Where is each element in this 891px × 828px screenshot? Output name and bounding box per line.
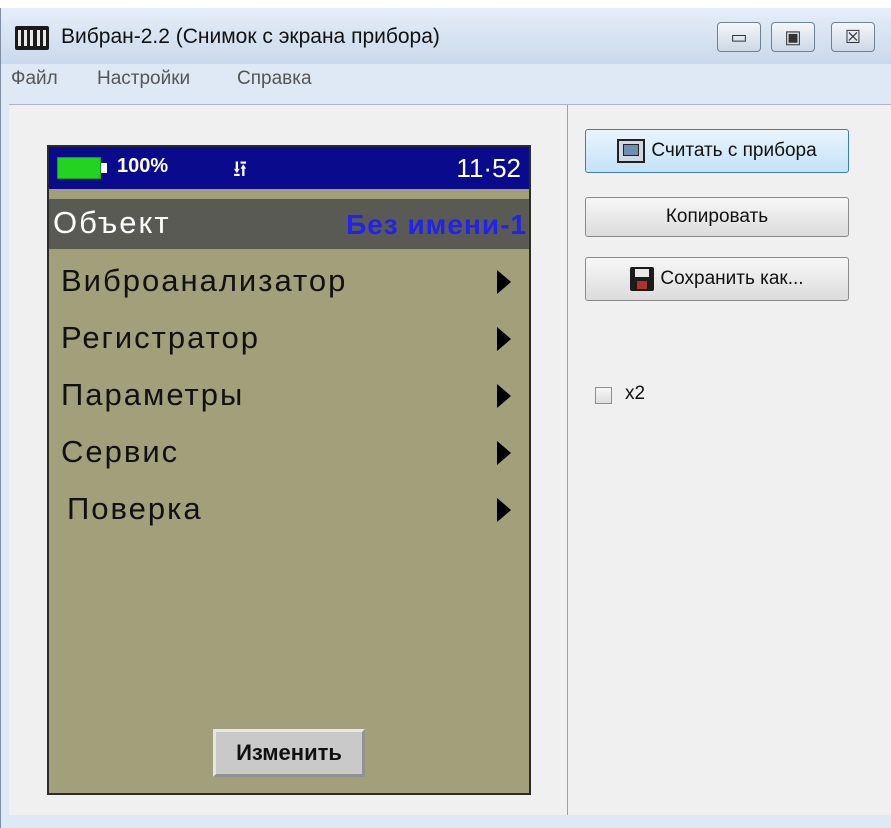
maximize-icon: ▣ <box>784 26 802 47</box>
window-title: Вибран-2.2 (Снимок с экрана прибора) <box>61 25 440 48</box>
maximize-button[interactable]: ▣ <box>771 22 815 52</box>
device-clock: 11·52 <box>456 153 521 183</box>
device-change-button[interactable]: Изменить <box>213 729 365 777</box>
read-from-device-button[interactable]: Считать с прибора <box>585 129 849 173</box>
object-value: Без имени-1 <box>346 209 527 240</box>
battery-tip <box>101 163 107 173</box>
menu-bar: Файл Настройки Справка <box>1 64 891 96</box>
save-as-button[interactable]: Сохранить как... <box>585 257 849 301</box>
read-from-device-label: Считать с прибора <box>651 140 817 161</box>
device-menu-label: Сервис <box>61 434 180 469</box>
object-label: Объект <box>53 205 171 240</box>
app-window: Вибран-2.2 (Снимок с экрана прибора) ▭ ▣… <box>0 8 891 828</box>
panel-splitter[interactable] <box>567 105 568 815</box>
save-as-label: Сохранить как... <box>660 268 804 289</box>
floppy-disk-icon <box>630 267 655 291</box>
minimize-icon: ▭ <box>730 26 748 47</box>
usb-icon: ⭿ <box>233 157 248 182</box>
object-row[interactable]: Объект Без имени-1 <box>49 199 529 249</box>
device-menu-item-vibroanalyzer[interactable]: Виброанализатор <box>49 255 529 309</box>
arrow-right-icon <box>497 384 511 408</box>
minimize-button[interactable]: ▭ <box>717 22 761 52</box>
x2-checkbox[interactable] <box>595 387 612 404</box>
title-bar[interactable]: Вибран-2.2 (Снимок с экрана прибора) ▭ ▣… <box>1 8 891 64</box>
menu-settings[interactable]: Настройки <box>97 68 190 90</box>
menu-help[interactable]: Справка <box>237 68 312 90</box>
device-menu-item-parameters[interactable]: Параметры <box>49 369 529 423</box>
close-icon: ☒ <box>844 26 862 47</box>
client-area: 100% ⭿ 11·52 Объект Без имени-1 Виброана… <box>9 104 891 815</box>
device-status-bar: 100% ⭿ 11·52 <box>49 147 529 189</box>
arrow-right-icon <box>497 498 511 522</box>
device-menu-item-verification[interactable]: Поверка <box>49 483 529 537</box>
battery-level: 100% <box>117 155 169 177</box>
device-menu-item-registrator[interactable]: Регистратор <box>49 312 529 366</box>
arrow-right-icon <box>497 270 511 294</box>
device-menu-label: Поверка <box>67 491 203 526</box>
menu-file[interactable]: Файл <box>11 68 58 90</box>
device-screen: 100% ⭿ 11·52 Объект Без имени-1 Виброана… <box>47 145 531 795</box>
close-button[interactable]: ☒ <box>831 22 875 52</box>
device-menu-label: Регистратор <box>61 320 261 355</box>
device-menu-label: Параметры <box>61 377 245 412</box>
x2-label: x2 <box>625 383 646 404</box>
device-menu-item-service[interactable]: Сервис <box>49 426 529 480</box>
arrow-right-icon <box>497 441 511 465</box>
device-menu-label: Виброанализатор <box>61 263 348 298</box>
copy-label: Копировать <box>665 206 769 227</box>
app-icon <box>15 26 49 50</box>
arrow-right-icon <box>497 327 511 351</box>
battery-icon <box>57 157 101 179</box>
computer-device-icon <box>617 139 646 163</box>
copy-button[interactable]: Копировать <box>585 197 849 237</box>
